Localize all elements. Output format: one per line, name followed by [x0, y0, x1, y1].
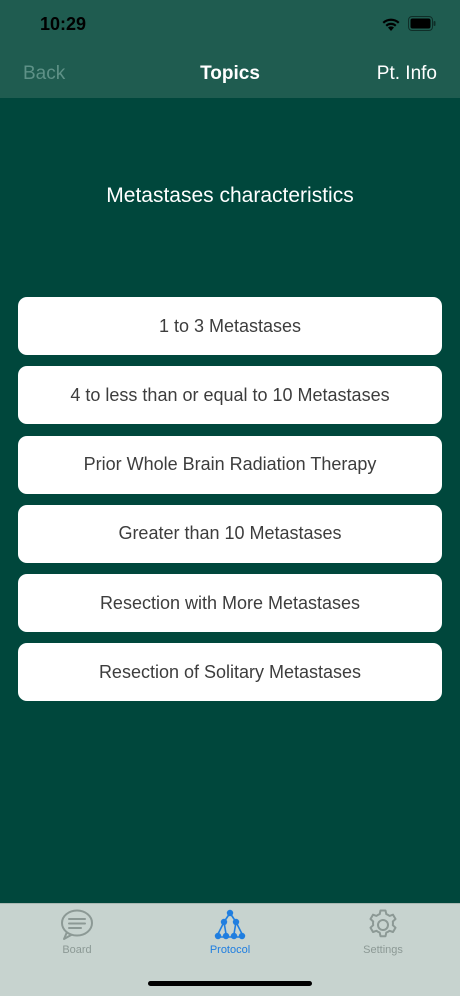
- gear-icon: [369, 909, 397, 938]
- status-time: 10:29: [40, 14, 87, 34]
- option-button[interactable]: Resection of Solitary Metastases: [18, 643, 442, 702]
- tab-protocol[interactable]: Protocol: [170, 908, 290, 964]
- section-heading: Metastases characteristics: [106, 184, 354, 207]
- chat-bubble-icon: [61, 909, 93, 940]
- tree-network-icon: [214, 909, 246, 940]
- option-button[interactable]: Resection with More Metastases: [18, 574, 442, 633]
- wifi-icon: [382, 18, 400, 31]
- option-button[interactable]: 4 to less than or equal to 10 Metastases: [18, 366, 442, 425]
- options-list: 1 to 3 Metastases 4 to less than or equa…: [18, 297, 442, 713]
- tab-board[interactable]: Board: [17, 908, 137, 964]
- home-indicator: [148, 981, 312, 986]
- option-button[interactable]: 1 to 3 Metastases: [18, 297, 442, 355]
- tab-settings[interactable]: Settings: [323, 908, 443, 964]
- tab-label: Protocol: [209, 944, 251, 956]
- tab-label: Settings: [363, 944, 403, 956]
- option-button[interactable]: Prior Whole Brain Radiation Therapy: [18, 435, 442, 494]
- back-button[interactable]: Back: [23, 63, 65, 85]
- navigation-header: 10:29 Back Topics Pt. Info: [0, 0, 460, 98]
- tab-label: Board: [62, 944, 92, 956]
- patient-info-button[interactable]: Pt. Info: [377, 63, 437, 85]
- battery-icon: [408, 16, 436, 31]
- status-bar: 10:29: [0, 0, 460, 50]
- option-button[interactable]: Greater than 10 Metastases: [18, 504, 442, 563]
